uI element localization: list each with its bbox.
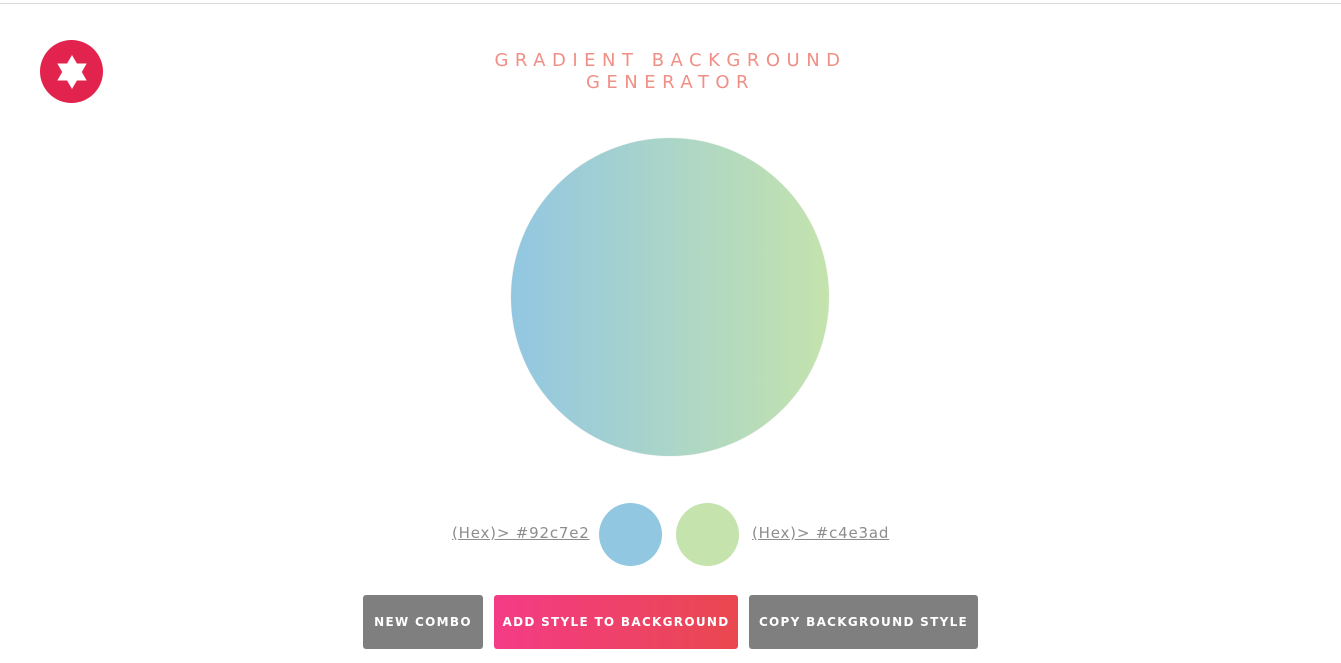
color-2-hex-link[interactable]: (Hex)> #c4e3ad [752, 524, 889, 542]
new-combo-button[interactable]: NEW COMBO [363, 595, 483, 649]
title-line-1: GRADIENT BACKGROUND [494, 50, 847, 71]
copy-background-style-button[interactable]: COPY BACKGROUND STYLE [749, 595, 978, 649]
title-line-2: GENERATOR [585, 72, 756, 93]
gradient-preview-circle [511, 138, 829, 456]
top-divider [0, 3, 1341, 4]
page-title: GRADIENT BACKGROUND GENERATOR [0, 50, 1341, 94]
color-1-hex-link[interactable]: (Hex)> #92c7e2 [452, 524, 590, 542]
color-1-swatch[interactable] [599, 503, 662, 566]
color-2-swatch[interactable] [676, 503, 739, 566]
add-style-to-background-button[interactable]: ADD STYLE TO BACKGROUND [494, 595, 738, 649]
